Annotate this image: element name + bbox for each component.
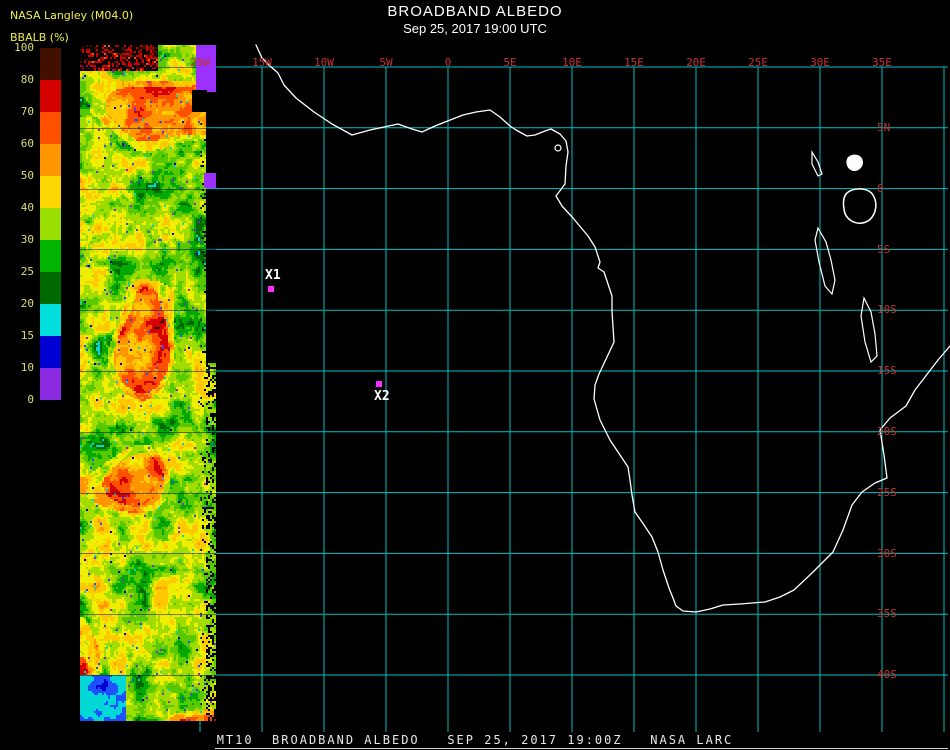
- colorbar-label: 20: [20, 297, 34, 310]
- colorbar-label: 50: [20, 169, 34, 182]
- footer-caption: MT10 BROADBAND ALBEDO SEP 25, 2017 19:00…: [216, 733, 734, 747]
- colorbar-segment: [40, 208, 61, 240]
- colorbar-segment: [40, 48, 61, 80]
- colorbar-segment: [40, 112, 61, 144]
- colorbar-label: 100: [14, 41, 34, 54]
- colorbar-segment: [40, 80, 61, 112]
- product-credit: NASA Langley (M04.0): [10, 9, 134, 22]
- colorbar-segment: [40, 368, 61, 400]
- colorbar-segment: [40, 336, 61, 368]
- colorbar-label: 70: [20, 105, 34, 118]
- map-marker-label-x1: X1: [265, 268, 281, 283]
- colorbar-label: 10: [20, 361, 34, 374]
- colorbar-label: 40: [20, 201, 34, 214]
- colorbar-label: 80: [20, 73, 34, 86]
- footer-divider: [215, 748, 948, 749]
- colorbar-label: 0: [27, 393, 34, 406]
- colorbar-scale: [40, 48, 61, 400]
- colorbar-segment: [40, 144, 61, 176]
- map-marker-dot-x2: [376, 381, 382, 387]
- colorbar-label: 60: [20, 137, 34, 150]
- map-marker-dot-x1: [268, 286, 274, 292]
- page-title: BROADBAND ALBEDO: [387, 3, 563, 20]
- map-markers: X1 X2: [0, 0, 950, 750]
- colorbar-segment: [40, 304, 61, 336]
- colorbar-label: 25: [20, 265, 34, 278]
- colorbar-label: 30: [20, 233, 34, 246]
- colorbar-segment: [40, 240, 61, 272]
- page-subtitle: Sep 25, 2017 19:00 UTC: [403, 21, 547, 36]
- colorbar-segment: [40, 272, 61, 304]
- map-marker-label-x2: X2: [374, 389, 390, 404]
- colorbar-label: 15: [20, 329, 34, 342]
- albedo-plot-page: BROADBAND ALBEDO Sep 25, 2017 19:00 UTC …: [0, 0, 950, 750]
- colorbar-segment: [40, 176, 61, 208]
